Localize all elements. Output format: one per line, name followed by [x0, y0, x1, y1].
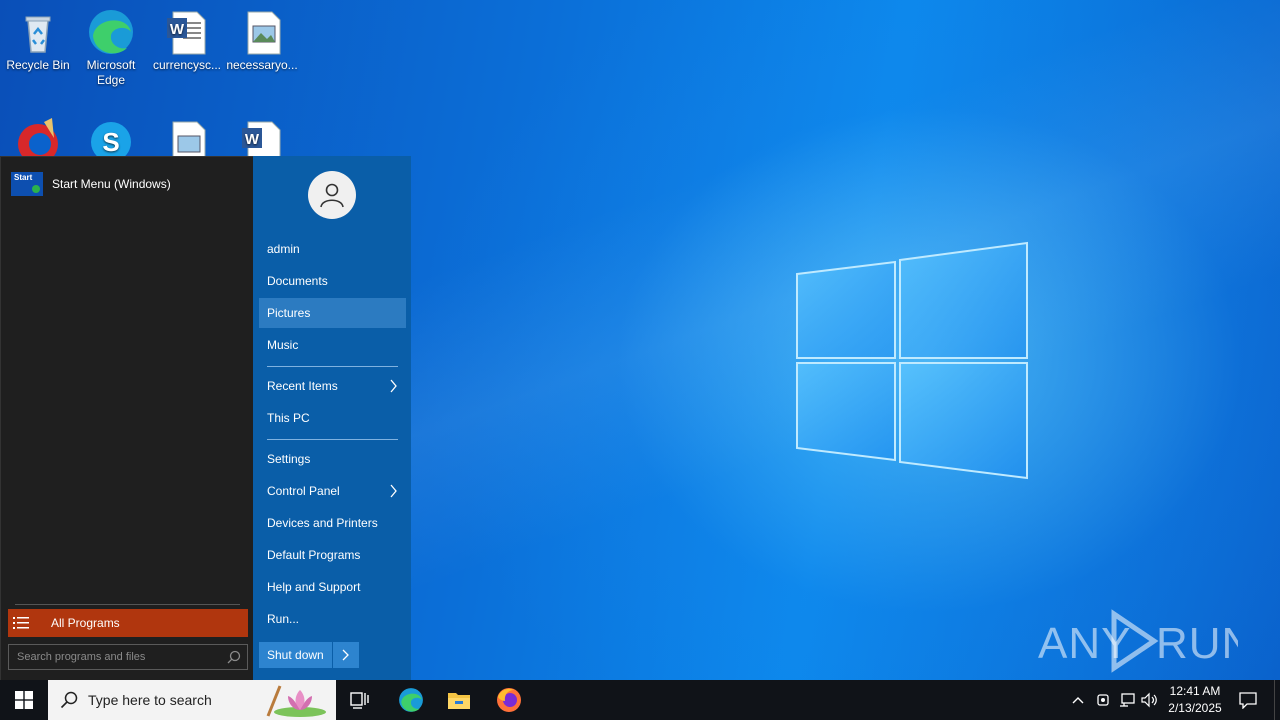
task-view-icon — [350, 692, 369, 709]
desktop-icon-label: Recycle Bin — [6, 58, 70, 72]
network-button[interactable] — [1117, 680, 1137, 720]
taskbar: 12:41 AM 2/13/2025 — [0, 680, 1280, 720]
desktop-icon-recycle-bin[interactable]: Recycle Bin — [0, 4, 76, 73]
firefox-icon — [497, 688, 521, 712]
taskbar-clock[interactable]: 12:41 AM 2/13/2025 — [1162, 683, 1228, 717]
svg-text:W: W — [170, 21, 185, 38]
all-programs-button[interactable]: All Programs — [8, 609, 248, 637]
menu-item-label: Pictures — [267, 306, 311, 320]
word-doc-icon: W — [167, 11, 206, 55]
start-button[interactable] — [0, 680, 48, 720]
menu-item-label: Help and Support — [267, 580, 361, 594]
svg-text:S: S — [102, 127, 119, 157]
svg-text:ANY: ANY — [1038, 619, 1131, 668]
pinned-item-start-menu-windows[interactable]: Start Start Menu (Windows) — [11, 171, 171, 197]
all-programs-label: All Programs — [51, 616, 120, 630]
desktop-icon-label: Microsoft Edge — [86, 58, 136, 87]
divider — [15, 604, 240, 605]
chevron-right-icon — [342, 649, 349, 661]
recycle-bin-icon — [25, 16, 51, 53]
menu-item-this-pc[interactable]: This PC — [259, 403, 406, 433]
start-menu-programs-pane: Start Start Menu (Windows) All Programs — [0, 156, 254, 681]
windows-logo-icon — [15, 691, 33, 709]
desktop-icon-label: currencysc... — [152, 58, 221, 72]
menu-item-pictures[interactable]: Pictures — [259, 298, 406, 328]
shut-down-options-button[interactable] — [333, 642, 359, 668]
clock-time: 12:41 AM — [1169, 684, 1221, 698]
task-view-button[interactable] — [336, 680, 384, 720]
edge-icon — [89, 10, 133, 54]
menu-item-label: Settings — [267, 452, 311, 466]
taskbar-file-explorer-button[interactable] — [435, 680, 483, 720]
user-avatar[interactable] — [308, 171, 356, 219]
start-search-box[interactable] — [8, 644, 248, 670]
menu-item-label: admin — [267, 242, 300, 256]
menu-item-admin[interactable]: admin — [259, 234, 406, 264]
menu-item-label: Run... — [267, 612, 300, 626]
start-search-input[interactable] — [9, 650, 227, 664]
menu-item-recent-items[interactable]: Recent Items — [259, 371, 406, 401]
menu-item-label: Default Programs — [267, 548, 361, 562]
tray-device-icon-button[interactable] — [1094, 680, 1112, 720]
menu-item-label: Documents — [267, 274, 328, 288]
shut-down-label: Shut down — [267, 648, 324, 662]
chevron-right-icon — [390, 484, 397, 498]
divider — [267, 439, 398, 440]
search-icon — [60, 691, 78, 709]
file-explorer-icon — [448, 693, 470, 709]
action-center-button[interactable] — [1236, 680, 1260, 720]
menu-item-control-panel[interactable]: Control Panel — [259, 476, 406, 506]
speaker-icon — [1141, 692, 1157, 708]
shut-down-button[interactable]: Shut down — [259, 642, 332, 668]
desktop-icon-label: necessaryo... — [226, 58, 298, 72]
search-highlight-lotus-icon — [266, 685, 326, 717]
meet-now-icon — [1097, 694, 1109, 706]
menu-item-label: This PC — [267, 411, 310, 425]
search-icon — [227, 650, 241, 664]
anyrun-watermark-logo: ANY RUN — [1038, 609, 1238, 673]
network-icon — [1120, 693, 1135, 707]
start-menu-app-icon: Start — [11, 172, 43, 196]
desktop-icon-currencysc[interactable]: W currencysc... — [149, 4, 225, 73]
menu-item-devices-and-printers[interactable]: Devices and Printers — [259, 508, 406, 538]
app-icon-text: Start — [14, 173, 33, 182]
menu-item-documents[interactable]: Documents — [259, 266, 406, 296]
notification-icon — [1239, 692, 1257, 709]
taskbar-search-input[interactable] — [86, 691, 260, 709]
clock-date: 2/13/2025 — [1168, 701, 1222, 715]
svg-text:W: W — [245, 131, 260, 148]
menu-item-run[interactable]: Run... — [259, 604, 406, 634]
taskbar-firefox-button[interactable] — [485, 680, 533, 720]
start-menu-places-pane: admin Documents Pictures Music Recent It… — [253, 156, 411, 680]
volume-button[interactable] — [1140, 680, 1160, 720]
edge-icon — [399, 688, 423, 712]
menu-item-help-and-support[interactable]: Help and Support — [259, 572, 406, 602]
menu-item-settings[interactable]: Settings — [259, 444, 406, 474]
desktop-icon-edge[interactable]: Microsoft Edge — [73, 4, 149, 88]
user-icon — [320, 183, 344, 208]
divider — [267, 366, 398, 367]
menu-item-label: Devices and Printers — [267, 516, 378, 530]
taskbar-edge-button[interactable] — [387, 680, 435, 720]
menu-item-default-programs[interactable]: Default Programs — [259, 540, 406, 570]
image-file-icon — [247, 11, 281, 55]
show-hidden-icons-button[interactable] — [1069, 680, 1087, 720]
chevron-up-icon — [1072, 697, 1084, 704]
list-icon — [13, 617, 29, 629]
menu-item-label: Music — [267, 338, 299, 352]
show-desktop-button[interactable] — [1274, 680, 1280, 720]
menu-item-label: Recent Items — [267, 379, 338, 393]
svg-text:RUN: RUN — [1156, 619, 1238, 668]
menu-item-label: Control Panel — [267, 484, 340, 498]
chevron-right-icon — [390, 379, 397, 393]
windows-wallpaper-logo — [796, 241, 1028, 480]
menu-item-music[interactable]: Music — [259, 330, 406, 360]
pinned-item-label: Start Menu (Windows) — [52, 177, 171, 191]
desktop-icon-necessaryo[interactable]: necessaryo... — [224, 4, 300, 73]
taskbar-search-box[interactable] — [48, 680, 336, 720]
